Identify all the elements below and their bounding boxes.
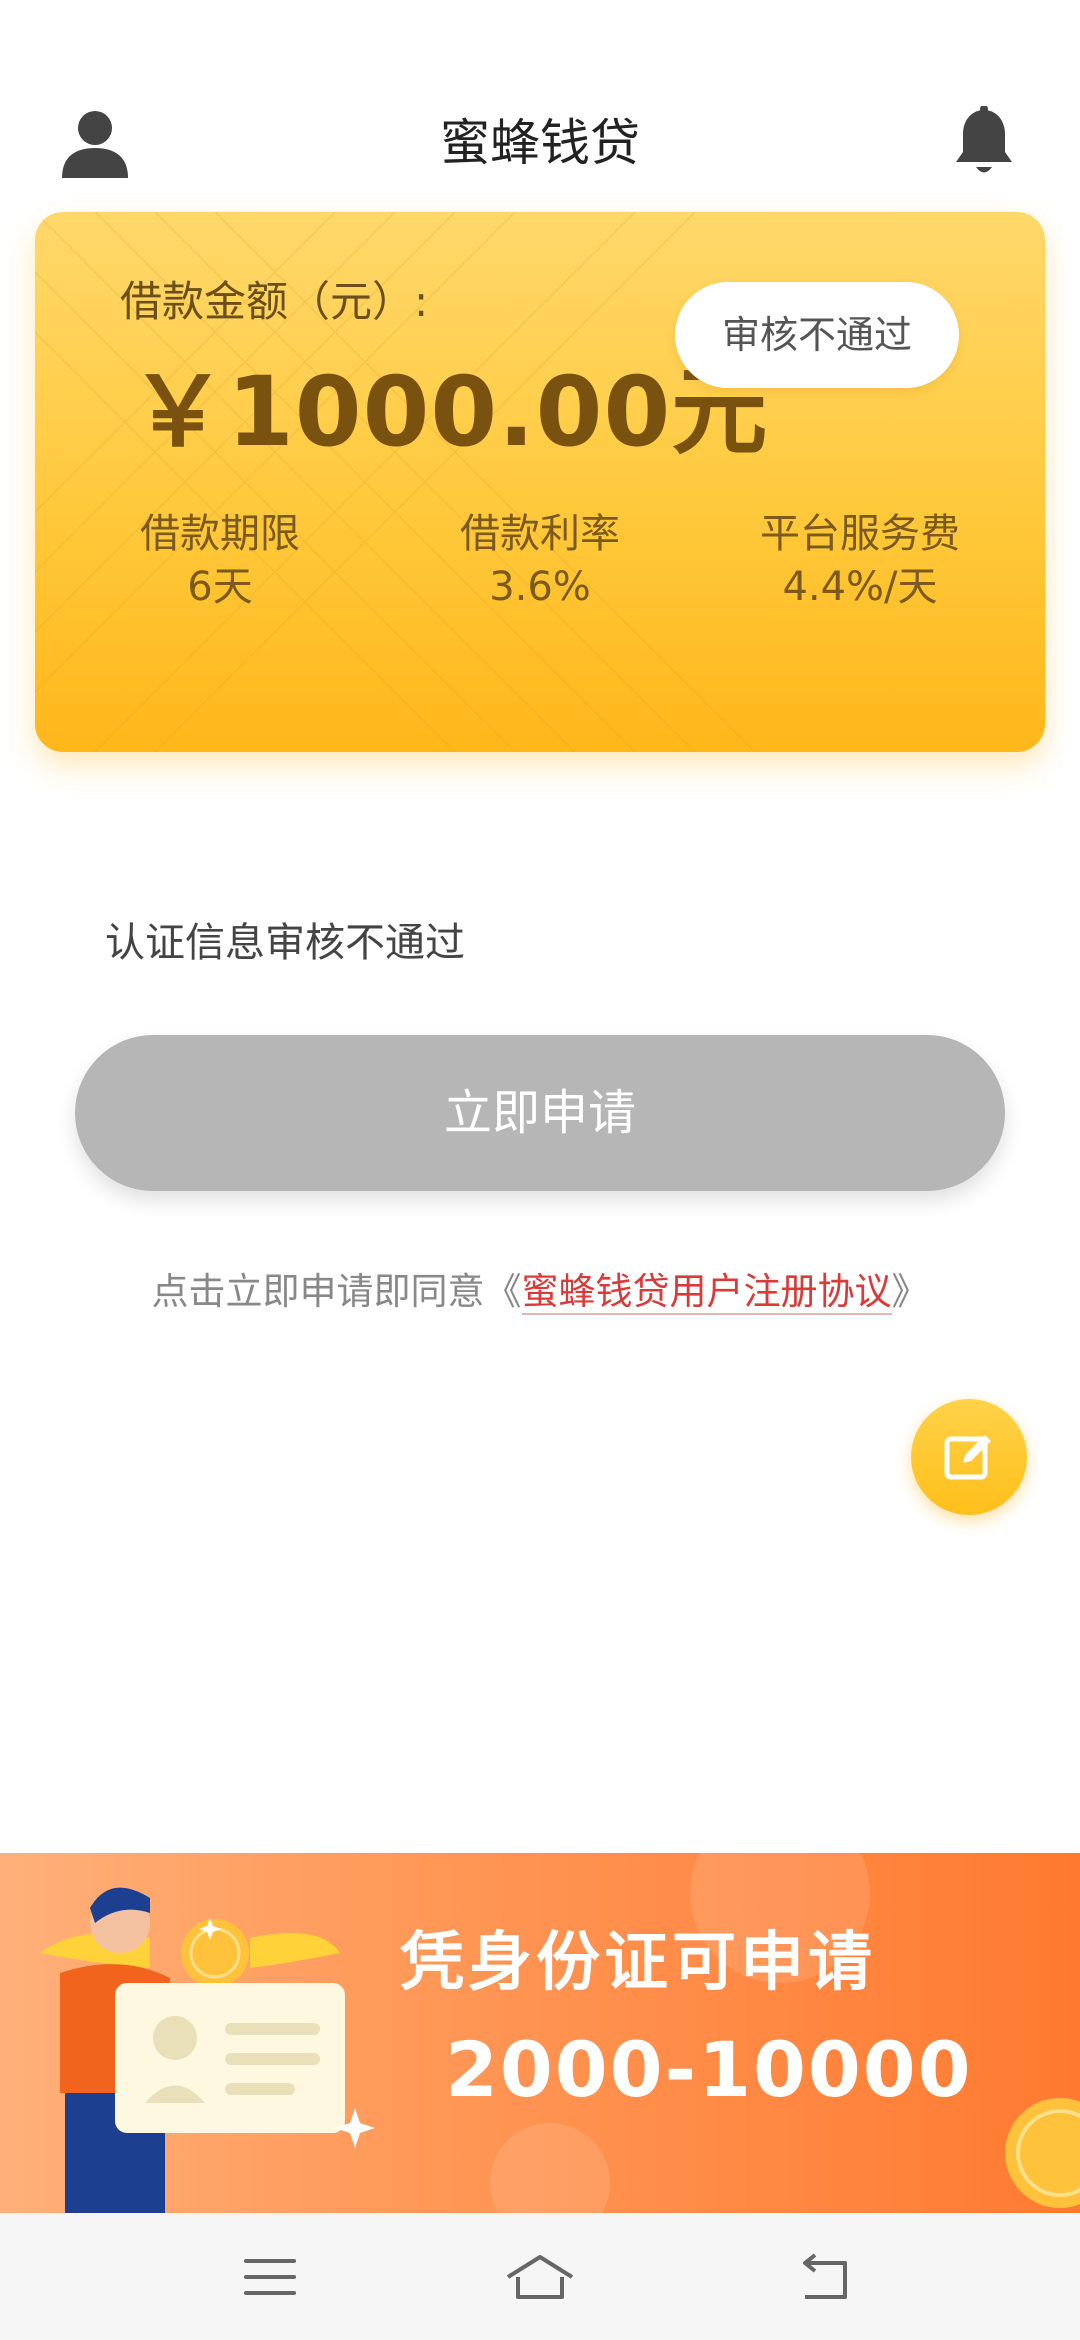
apply-button[interactable]: 立即申请 (75, 1035, 1005, 1191)
edit-fab-button[interactable] (911, 1399, 1027, 1515)
notification-button[interactable] (952, 105, 1016, 180)
back-icon (803, 2253, 847, 2299)
app-header: 蜜蜂钱贷 (0, 0, 1080, 200)
amount-value: ￥1000.00元 (130, 356, 769, 468)
review-status-badge: 审核不通过 (675, 282, 959, 388)
stat-fee-value: 4.4%/天 (782, 564, 938, 610)
system-nav-bar (0, 2213, 1080, 2340)
agreement-prefix: 点击立即申请即同意《 (151, 1270, 522, 1313)
stat-rate: 借款利率 3.6% (380, 508, 700, 614)
edit-icon (944, 1435, 991, 1480)
loan-card: 借款金额（元）: ￥1000.00元 审核不通过 借款期限 6天 借款利率 3.… (35, 212, 1045, 752)
banner-amount-range: 2000-10000 (445, 2025, 973, 2114)
bell-icon (956, 105, 1012, 173)
menu-button[interactable] (230, 2237, 310, 2317)
back-button[interactable] (785, 2237, 865, 2317)
agreement-suffix: 》 (891, 1270, 929, 1313)
amount-label: 借款金额（元）: (120, 277, 429, 326)
stat-fee: 平台服务费 4.4%/天 (700, 508, 1020, 614)
stat-rate-value: 3.6% (489, 564, 591, 610)
promo-banner[interactable]: 凭身份证可申请 2000-10000 (0, 1853, 1080, 2213)
stat-fee-label: 平台服务费 (760, 511, 960, 557)
home-button[interactable] (500, 2237, 580, 2317)
stat-term-value: 6天 (187, 564, 253, 610)
agreement-link[interactable]: 蜜蜂钱贷用户注册协议 (521, 1270, 892, 1315)
agreement-text: 点击立即申请即同意《蜜蜂钱贷用户注册协议》 (0, 1264, 1080, 1320)
stat-rate-label: 借款利率 (460, 511, 620, 557)
stat-term-label: 借款期限 (140, 511, 300, 557)
home-icon (506, 2255, 574, 2299)
stat-term: 借款期限 6天 (60, 508, 380, 614)
menu-icon (244, 2259, 296, 2295)
banner-title: 凭身份证可申请 (400, 1926, 876, 2000)
review-notice: 认证信息审核不通过 (105, 920, 465, 966)
page-title: 蜜蜂钱贷 (440, 114, 640, 172)
